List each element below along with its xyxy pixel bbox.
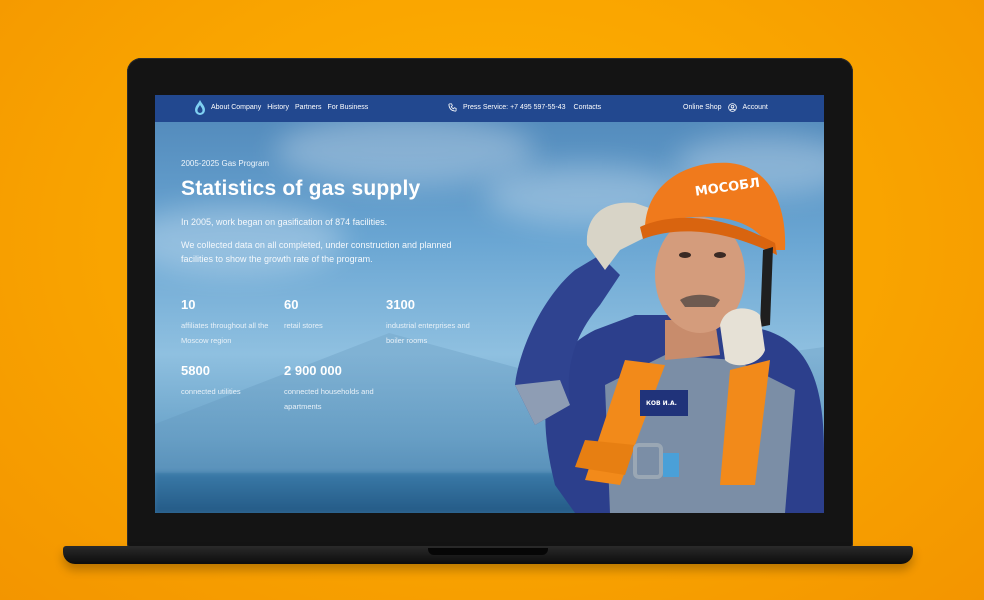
gas-flame-logo-icon[interactable] bbox=[195, 100, 205, 116]
top-navigation: About Company History Partners For Busin… bbox=[155, 95, 824, 122]
stat-value: 2 900 000 bbox=[284, 363, 342, 378]
cloud bbox=[275, 115, 535, 185]
stat-value: 5800 bbox=[181, 363, 210, 378]
user-links: Online Shop Account bbox=[683, 103, 768, 112]
account-link[interactable]: Account bbox=[743, 104, 768, 111]
nav-about-company[interactable]: About Company bbox=[211, 104, 261, 111]
program-eyebrow: 2005-2025 Gas Program bbox=[181, 159, 270, 168]
phone-icon bbox=[448, 103, 457, 112]
hero-intro: In 2005, work began on gasification of 8… bbox=[181, 217, 388, 227]
stat-utilities: 5800 connected utilities bbox=[181, 363, 281, 400]
stat-label: connected households and apartments bbox=[284, 387, 374, 411]
stat-retail-stores: 60 retail stores bbox=[284, 297, 384, 334]
gas-worker-photo: МОСОБЛ КОВ И.А. bbox=[515, 162, 824, 513]
contacts-link[interactable]: Contacts bbox=[574, 104, 602, 111]
stat-label: industrial enterprises and boiler rooms bbox=[386, 321, 470, 345]
hero-description: We collected data on all completed, unde… bbox=[181, 240, 452, 264]
stat-value: 10 bbox=[181, 297, 196, 312]
main-menu: About Company History Partners For Busin… bbox=[211, 104, 368, 111]
stat-label: retail stores bbox=[284, 321, 323, 330]
contact-links: Press Service: +7 495 597-55-43 Contacts bbox=[448, 103, 601, 112]
page-title: Statistics of gas supply bbox=[181, 177, 421, 200]
user-icon[interactable] bbox=[727, 103, 737, 112]
stat-industrial: 3100 industrial enterprises and boiler r… bbox=[386, 297, 486, 348]
laptop-notch bbox=[428, 548, 548, 555]
stat-households: 2 900 000 connected households and apart… bbox=[284, 363, 384, 414]
stat-affiliates: 10 affiliates throughout all the Moscow … bbox=[181, 297, 281, 348]
badge-text: КОВ И.А. bbox=[646, 400, 677, 407]
nav-history[interactable]: History bbox=[267, 104, 289, 111]
stat-value: 60 bbox=[284, 297, 299, 312]
laptop-screen: About Company History Partners For Busin… bbox=[155, 95, 824, 513]
nav-partners[interactable]: Partners bbox=[295, 104, 321, 111]
online-shop-link[interactable]: Online Shop bbox=[683, 104, 722, 111]
stat-label: affiliates throughout all the Moscow reg… bbox=[181, 321, 269, 345]
press-service-link[interactable]: Press Service: +7 495 597-55-43 bbox=[463, 104, 566, 111]
stat-label: connected utilities bbox=[181, 387, 241, 396]
stat-value: 3100 bbox=[386, 297, 415, 312]
nav-for-business[interactable]: For Business bbox=[327, 104, 368, 111]
